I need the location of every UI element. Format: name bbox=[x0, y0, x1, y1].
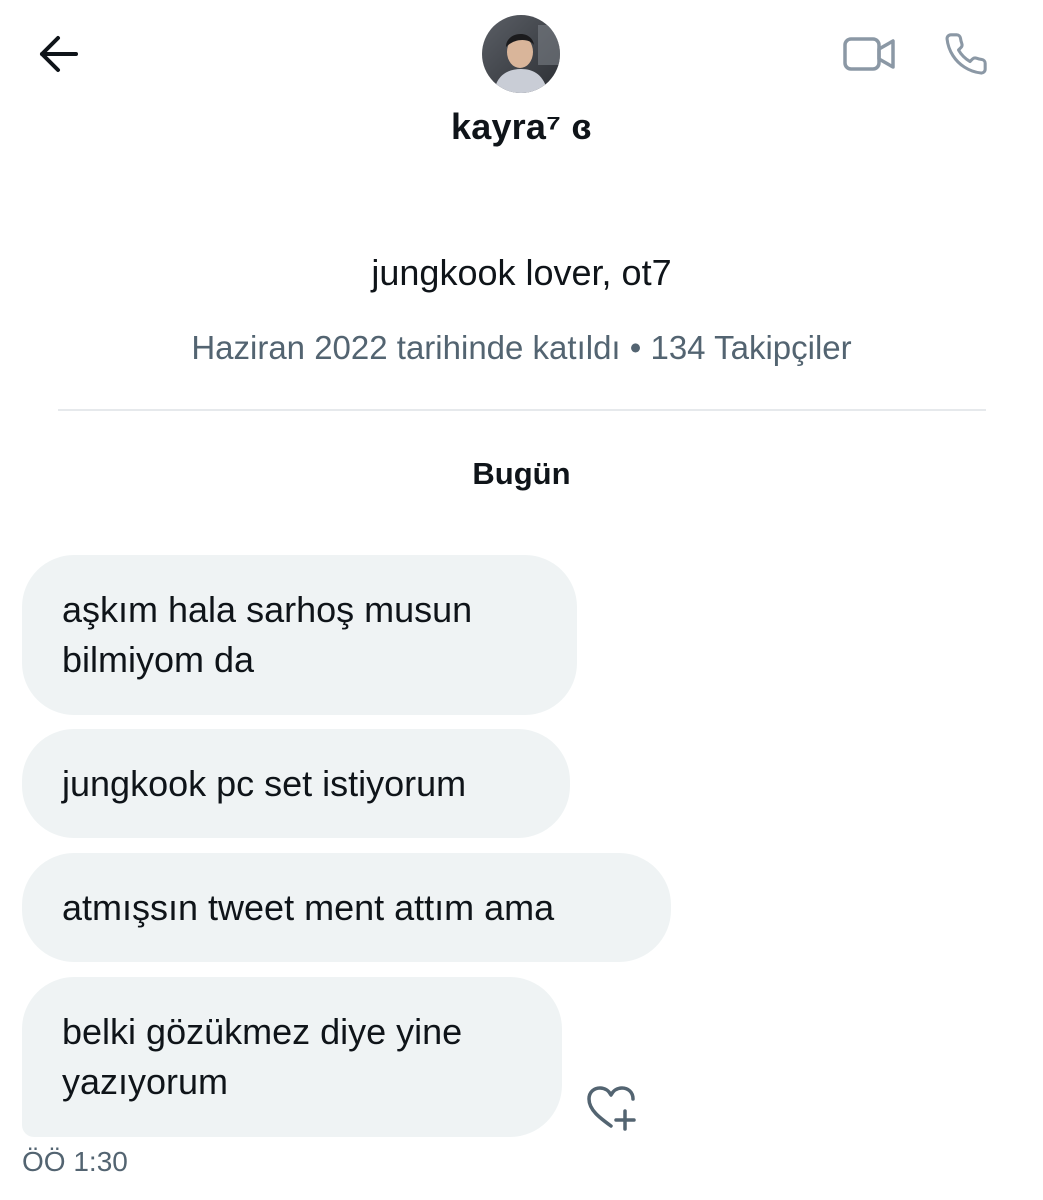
video-call-button[interactable] bbox=[838, 28, 900, 80]
message-text: belki gözükmez diye yine yazıyorum bbox=[62, 1011, 463, 1102]
heart-plus-icon bbox=[587, 1086, 636, 1131]
message-bubble[interactable]: aşkım hala sarhoş musun bilmiyom da bbox=[22, 555, 577, 715]
profile-meta: Haziran 2022 tarihinde katıldı • 134 Tak… bbox=[191, 329, 852, 366]
back-button[interactable] bbox=[30, 28, 86, 80]
voice-call-button[interactable] bbox=[936, 25, 996, 83]
message-bubble[interactable]: jungkook pc set istiyorum bbox=[22, 729, 570, 838]
add-reaction-button[interactable] bbox=[582, 1083, 640, 1133]
date-separator: Bugün bbox=[472, 456, 571, 491]
display-name[interactable]: kayra⁷ ɞ bbox=[0, 106, 1043, 148]
message-bubble[interactable]: atmışsın tweet ment attım ama bbox=[22, 853, 671, 962]
message-text: jungkook pc set istiyorum bbox=[62, 762, 467, 804]
profile-bio: jungkook lover, ot7 bbox=[371, 252, 672, 293]
video-camera-icon bbox=[843, 37, 895, 71]
phone-icon bbox=[945, 33, 987, 75]
divider bbox=[58, 409, 986, 411]
message-text: aşkım hala sarhoş musun bilmiyom da bbox=[62, 589, 473, 680]
message-text: atmışsın tweet ment attım ama bbox=[62, 886, 555, 928]
avatar[interactable] bbox=[482, 15, 560, 93]
message-bubble[interactable]: belki gözükmez diye yine yazıyorum bbox=[22, 977, 562, 1137]
message-timestamp: ÖÖ 1:30 bbox=[22, 1146, 128, 1177]
arrow-left-icon bbox=[40, 36, 78, 72]
